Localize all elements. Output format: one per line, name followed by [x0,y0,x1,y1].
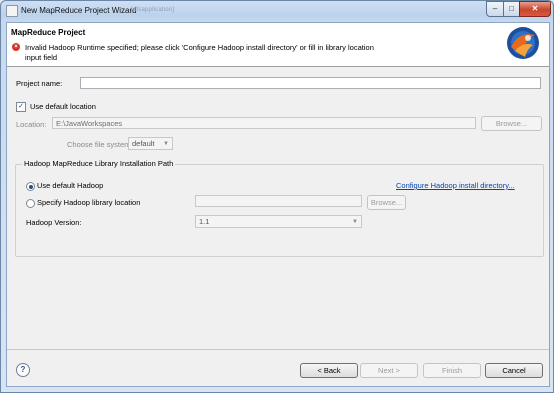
maximize-button[interactable]: □ [503,1,520,17]
wizard-body: MapReduce Project × Invalid Hadoop Runti… [6,22,550,387]
location-input[interactable]: E:\JavaWorkspaces [52,117,476,129]
specify-hadoop-label: Specify Hadoop library location [37,198,141,207]
file-system-value: default [132,139,155,148]
minimize-button[interactable]: – [486,1,504,17]
location-label: Location: [16,120,47,129]
footer-divider [7,349,549,350]
file-system-select[interactable]: default ▼ [128,137,173,150]
use-default-location-label: Use default location [30,102,96,111]
help-icon[interactable]: ? [16,363,30,377]
title-bar[interactable]: New MapReduce Project Wizard [dfsapplica… [1,1,553,21]
back-button[interactable]: < Back [300,363,358,378]
hadoop-library-group: Hadoop MapReduce Library Installation Pa… [15,159,544,257]
hadoop-version-value: 1.1 [199,217,210,226]
project-name-input[interactable] [80,77,541,89]
hadoop-browse-button[interactable]: Browse... [367,195,406,210]
app-icon [6,5,18,17]
use-default-location-checkbox[interactable]: ✓ [16,102,26,112]
page-title: MapReduce Project [11,28,86,37]
use-default-hadoop-radio[interactable] [26,182,35,191]
chevron-down-icon: ▼ [352,219,358,225]
window-title: New MapReduce Project Wizard [21,6,137,15]
specify-hadoop-radio[interactable] [26,199,35,208]
next-button[interactable]: Next > [360,363,418,378]
file-system-label: Choose file system: [67,140,133,149]
hadoop-group-title: Hadoop MapReduce Library Installation Pa… [22,159,176,168]
chevron-down-icon: ▼ [163,141,169,147]
wizard-header: MapReduce Project × Invalid Hadoop Runti… [7,23,549,67]
hadoop-version-label: Hadoop Version: [26,218,82,227]
hadoop-library-input[interactable] [195,195,362,207]
configure-hadoop-link[interactable]: Configure Hadoop install directory... [396,181,515,190]
mapreduce-wizard-icon [507,27,539,59]
finish-button[interactable]: Finish [423,363,481,378]
use-default-hadoop-label: Use default Hadoop [37,181,104,190]
error-message: Invalid Hadoop Runtime specified; please… [25,43,374,62]
close-button[interactable]: ✕ [519,1,551,17]
hadoop-version-select[interactable]: 1.1 ▼ [195,215,362,228]
project-name-label: Project name: [16,79,63,88]
window-subtitle: [dfsapplication] [131,7,175,13]
cancel-button[interactable]: Cancel [485,363,543,378]
location-browse-button[interactable]: Browse... [481,116,542,131]
error-icon: × [12,43,20,51]
wizard-window: New MapReduce Project Wizard [dfsapplica… [0,0,554,393]
